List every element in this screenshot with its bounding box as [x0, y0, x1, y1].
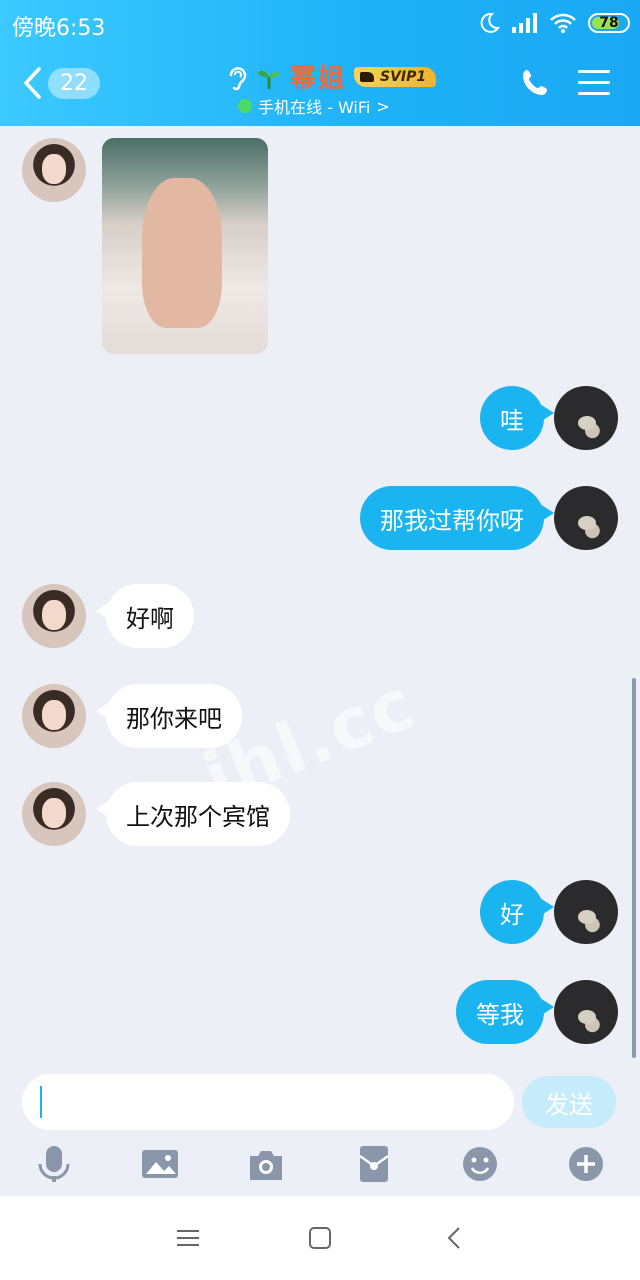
nav-back-button[interactable] — [434, 1220, 474, 1256]
sprout-icon — [258, 70, 280, 89]
outgoing-message[interactable]: 等我 — [456, 980, 554, 1044]
wifi-icon — [550, 13, 576, 33]
status-icons: 78 — [478, 10, 630, 36]
watermark-text: ihl.cc — [192, 661, 427, 821]
more-button[interactable] — [566, 1144, 606, 1184]
svip-badge: SVIP1 — [354, 66, 437, 87]
my-avatar[interactable] — [554, 980, 618, 1044]
square-icon — [309, 1227, 331, 1249]
plus-icon — [569, 1147, 603, 1181]
image-message[interactable] — [102, 138, 268, 354]
contact-avatar[interactable] — [22, 138, 86, 202]
nav-menu-button[interactable] — [168, 1220, 208, 1256]
chat-header: 傍晚6:53 78 22 幂姐 SVIP1 手机在线 - WiFi > — [0, 0, 640, 126]
photo-content — [142, 178, 222, 328]
online-status-text: 手机在线 - WiFi — [258, 98, 371, 117]
contact-avatar[interactable] — [22, 684, 86, 748]
menu-lines-icon — [177, 1230, 199, 1246]
outgoing-message[interactable]: 哇 — [480, 386, 554, 450]
status-chevron: > — [376, 96, 390, 116]
battery-level: 78 — [599, 15, 619, 31]
system-nav-bar — [0, 1196, 640, 1280]
incoming-message[interactable]: 好啊 — [96, 584, 194, 648]
signal-icon — [512, 13, 537, 33]
emoji-button[interactable] — [460, 1144, 500, 1184]
contact-avatar[interactable] — [22, 584, 86, 648]
my-avatar[interactable] — [554, 880, 618, 944]
online-status[interactable]: 手机在线 - WiFi > — [238, 94, 390, 118]
contact-avatar[interactable] — [22, 782, 86, 846]
online-dot-icon — [238, 99, 252, 113]
text-cursor — [40, 1086, 42, 1118]
send-button[interactable]: 发送 — [522, 1076, 616, 1128]
menu-icon — [578, 70, 610, 73]
moon-icon — [480, 12, 500, 33]
menu-button[interactable] — [578, 70, 610, 103]
emoji-icon — [463, 1147, 497, 1181]
battery-indicator: 78 — [588, 13, 630, 33]
voice-button[interactable] — [34, 1144, 74, 1184]
my-avatar[interactable] — [554, 486, 618, 550]
outgoing-message[interactable]: 那我过帮你呀 — [360, 486, 554, 550]
microphone-icon — [38, 1146, 70, 1182]
phone-icon — [523, 70, 547, 95]
message-input[interactable] — [22, 1074, 514, 1130]
camera-button[interactable] — [246, 1144, 286, 1184]
input-toolbar — [0, 1144, 640, 1184]
red-packet-icon — [359, 1146, 389, 1182]
camera-icon — [250, 1151, 282, 1180]
unread-badge: 22 — [48, 67, 100, 99]
back-button[interactable]: 22 — [22, 66, 100, 100]
gallery-button[interactable] — [140, 1144, 180, 1184]
call-button[interactable] — [520, 68, 550, 102]
scrollbar[interactable] — [632, 678, 636, 1058]
red-packet-button[interactable] — [354, 1144, 394, 1184]
ear-icon — [229, 66, 247, 90]
contact-name: 幂姐 — [290, 64, 347, 94]
outgoing-message[interactable]: 好 — [480, 880, 554, 944]
contact-title[interactable]: 幂姐 SVIP1 — [226, 58, 437, 95]
chevron-left-icon — [24, 67, 41, 99]
chevron-left-icon — [447, 1227, 460, 1249]
my-avatar[interactable] — [554, 386, 618, 450]
nav-home-button[interactable] — [300, 1220, 340, 1256]
status-time: 傍晚6:53 — [12, 16, 106, 41]
image-icon — [142, 1150, 178, 1178]
